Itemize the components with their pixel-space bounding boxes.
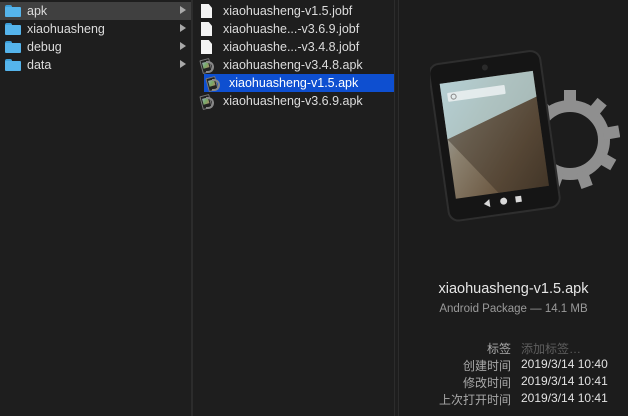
file-item[interactable]: xiaohuasheng-v3.4.8.apk bbox=[193, 56, 394, 75]
android-package-icon bbox=[430, 50, 620, 222]
file-label: xiaohuasheng-v3.4.8.apk bbox=[223, 58, 363, 72]
folder-label: xiaohuasheng bbox=[27, 22, 105, 36]
folder-item-data[interactable]: data bbox=[0, 56, 191, 74]
document-icon bbox=[201, 40, 212, 54]
file-item[interactable]: xiaohuashe...-v3.4.8.jobf bbox=[193, 38, 394, 56]
file-item[interactable]: xiaohuasheng-v1.5.jobf bbox=[193, 2, 394, 20]
chevron-right-icon bbox=[180, 24, 186, 32]
folder-item-xiaohuasheng[interactable]: xiaohuasheng bbox=[0, 20, 191, 38]
apk-file-icon bbox=[205, 75, 220, 93]
apk-file-icon bbox=[199, 57, 214, 75]
preview-pane: xiaohuasheng-v1.5.apk Android Package — … bbox=[398, 0, 628, 416]
created-row: 创建时间 2019/3/14 10:40 bbox=[399, 357, 628, 374]
file-item[interactable]: xiaohuashe...-v3.6.9.jobf bbox=[193, 20, 394, 38]
file-label: xiaohuashe...-v3.6.9.jobf bbox=[223, 22, 360, 36]
chevron-right-icon bbox=[180, 60, 186, 68]
tags-input[interactable]: 添加标签… bbox=[521, 340, 581, 357]
file-column[interactable]: xiaohuasheng-v1.5.jobf xiaohuashe...-v3.… bbox=[192, 0, 395, 416]
folder-item-apk[interactable]: apk bbox=[0, 2, 191, 20]
file-label: xiaohuasheng-v1.5.apk bbox=[229, 76, 359, 90]
document-icon bbox=[201, 4, 212, 18]
opened-label: 上次打开时间 bbox=[438, 393, 511, 407]
chevron-right-icon bbox=[180, 6, 186, 14]
tags-row: 标签 添加标签… bbox=[399, 340, 628, 357]
created-label: 创建时间 bbox=[462, 359, 511, 373]
folder-icon bbox=[5, 23, 21, 35]
file-item[interactable]: xiaohuasheng-v3.6.9.apk bbox=[193, 92, 394, 111]
folder-label: apk bbox=[27, 4, 48, 18]
document-icon bbox=[201, 22, 212, 36]
folder-label: data bbox=[27, 58, 52, 72]
folder-column[interactable]: apk xiaohuasheng debug data bbox=[0, 0, 192, 416]
folder-icon bbox=[5, 59, 21, 71]
modified-row: 修改时间 2019/3/14 10:41 bbox=[399, 374, 628, 391]
created-value: 2019/3/14 10:40 bbox=[521, 357, 608, 371]
opened-row: 上次打开时间 2019/3/14 10:41 bbox=[399, 391, 628, 408]
opened-value: 2019/3/14 10:41 bbox=[521, 391, 608, 405]
folder-item-debug[interactable]: debug bbox=[0, 38, 191, 56]
file-label: xiaohuashe...-v3.4.8.jobf bbox=[223, 40, 360, 54]
preview-filename: xiaohuasheng-v1.5.apk bbox=[438, 281, 589, 297]
modified-value: 2019/3/14 10:41 bbox=[521, 374, 608, 388]
tags-label: 标签 bbox=[486, 342, 511, 356]
file-item-selected[interactable]: xiaohuasheng-v1.5.apk bbox=[204, 74, 394, 93]
folder-label: debug bbox=[27, 40, 62, 54]
preview-kind: Android Package — 14.1 MB bbox=[439, 303, 588, 315]
chevron-right-icon bbox=[180, 42, 186, 50]
file-label: xiaohuasheng-v1.5.jobf bbox=[223, 4, 353, 18]
apk-file-icon bbox=[199, 93, 214, 111]
folder-icon bbox=[5, 5, 21, 17]
modified-label: 修改时间 bbox=[462, 376, 511, 390]
file-label: xiaohuasheng-v3.6.9.apk bbox=[223, 94, 363, 108]
folder-icon bbox=[5, 41, 21, 53]
